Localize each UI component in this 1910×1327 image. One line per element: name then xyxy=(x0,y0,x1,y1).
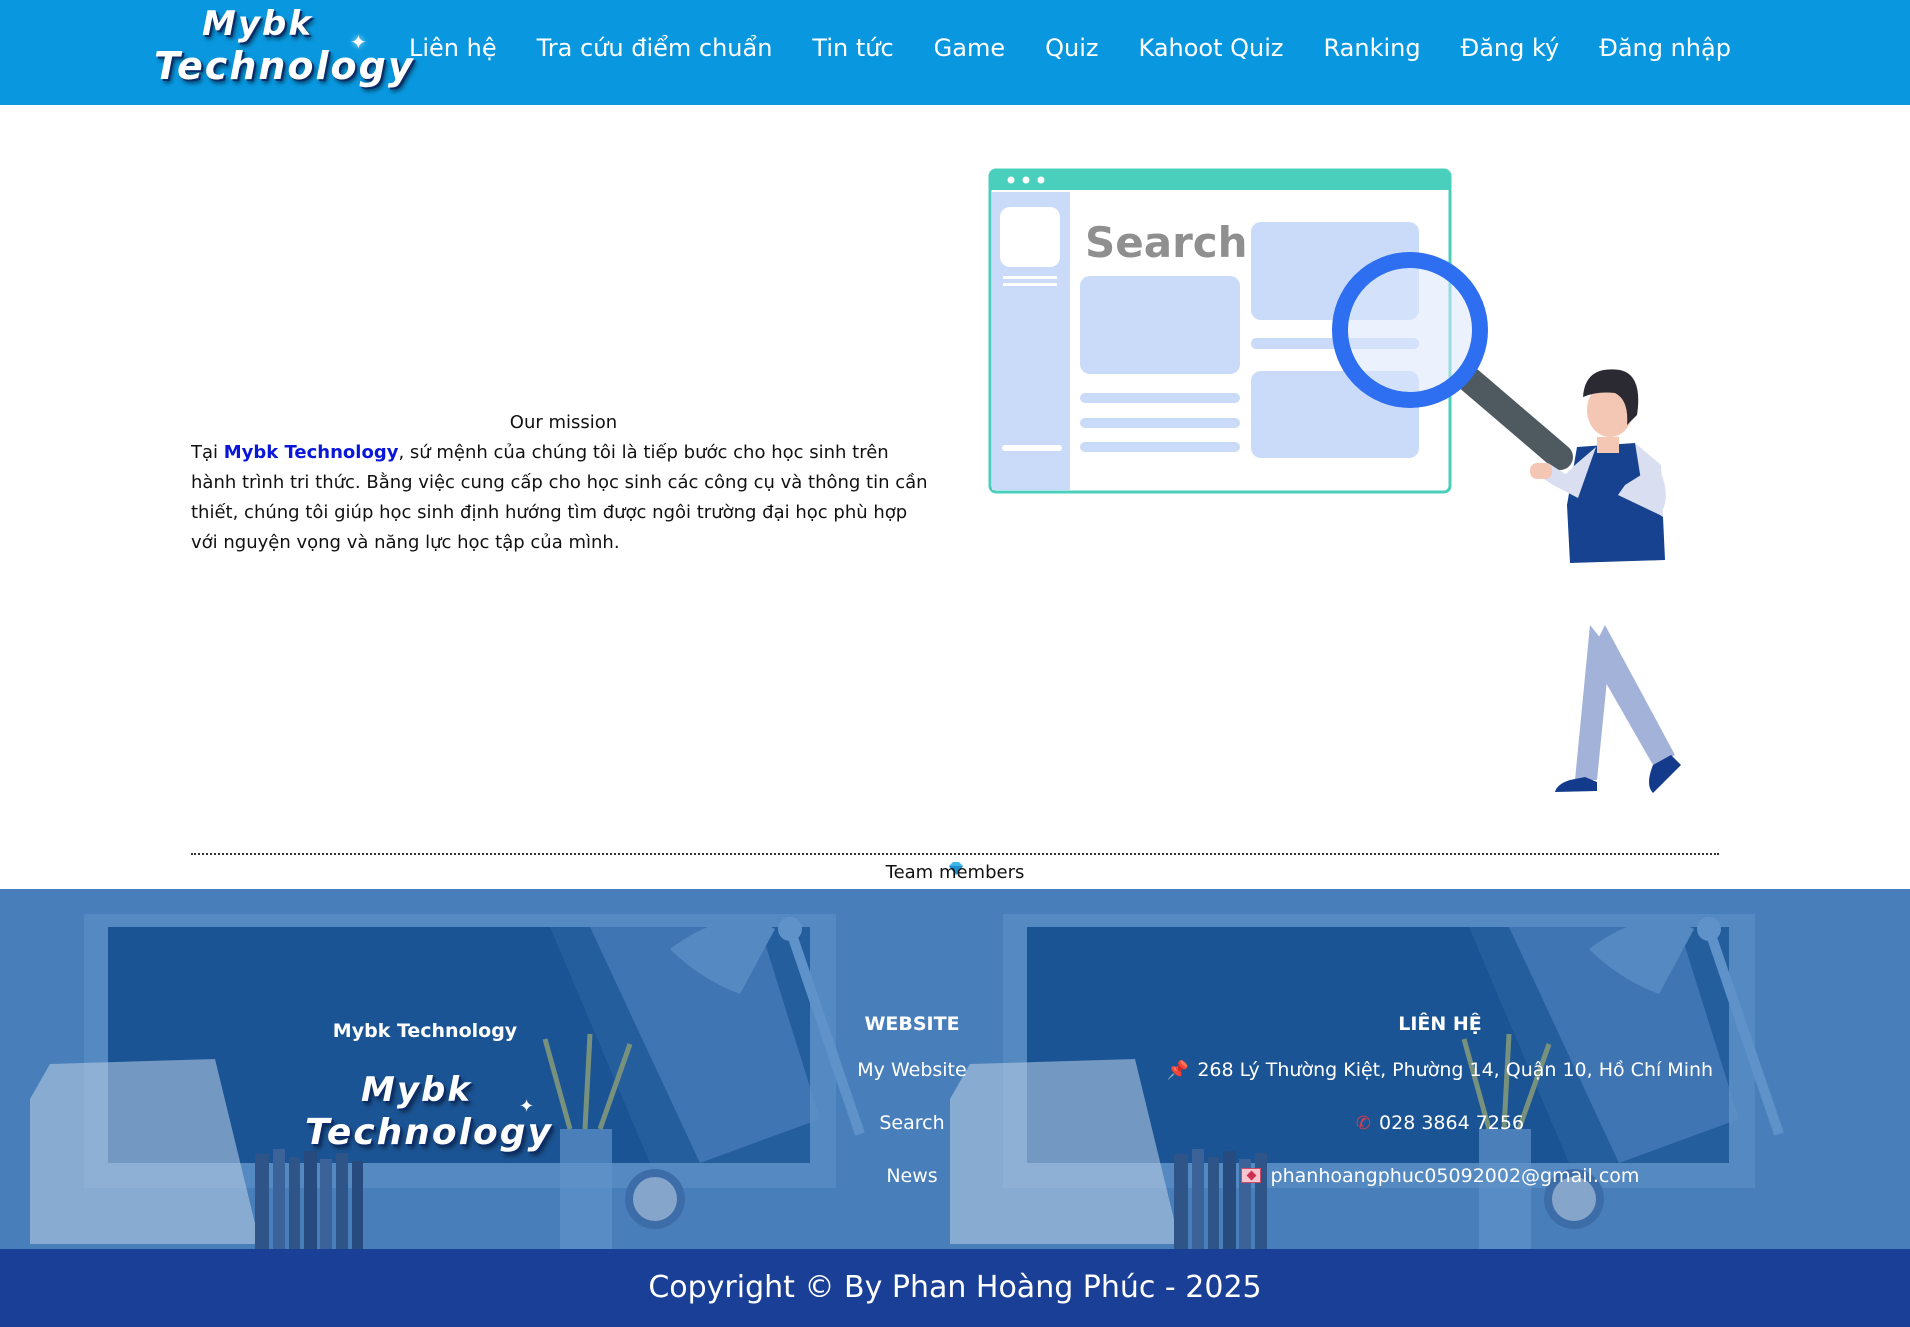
logo-line2: Technology xyxy=(154,44,415,88)
pushpin-icon: 📌 xyxy=(1166,1060,1190,1081)
top-navbar: Mybk Technology ✦ Liên hệ Tra cứu điểm c… xyxy=(0,0,1910,105)
sparkle-icon: ✦ xyxy=(519,1096,535,1117)
logo-line1: Mybk xyxy=(202,4,313,44)
footer-link-my-website[interactable]: My Website xyxy=(812,1059,1012,1081)
mission-title: Our mission xyxy=(509,412,618,433)
footer-website-column: WEBSITE My Website Search News xyxy=(812,1013,1012,1218)
footer-address-text: 268 Lý Thường Kiệt, Phường 14, Quận 10, … xyxy=(1197,1059,1714,1081)
person-magnifier-illustration: Search xyxy=(988,168,1681,793)
footer-email: phanhoangphuc05092002@gmail.com xyxy=(1150,1165,1730,1187)
nav-item-kahoot-quiz[interactable]: Kahoot Quiz xyxy=(1139,34,1284,62)
mission-section: Our mission Tại Mybk Technology, sứ mệnh… xyxy=(191,408,936,558)
main-menu: Liên hệ Tra cứu điểm chuẩn Tin tức Game … xyxy=(409,34,1771,62)
nav-item-score-lookup[interactable]: Tra cứu điểm chuẩn xyxy=(537,34,773,62)
nav-item-game[interactable]: Game xyxy=(934,34,1005,62)
footer-contact-column: LIÊN HỆ 📌 268 Lý Thường Kiệt, Phường 14, … xyxy=(1150,1013,1730,1218)
footer-phone-text: 028 3864 7256 xyxy=(1379,1112,1525,1134)
footer-website-heading: WEBSITE xyxy=(864,1013,960,1035)
copyright-bar: Copyright © By Phan Hoàng Phúc - 2025 xyxy=(0,1249,1910,1327)
love-letter-icon xyxy=(1240,1168,1261,1183)
footer: Mybk Technology Mybk Technology ✦ WEBSIT… xyxy=(0,889,1910,1249)
footer-link-news[interactable]: News xyxy=(812,1165,1012,1187)
footer-logo-line1: Mybk xyxy=(361,1070,472,1110)
footer-email-text[interactable]: phanhoangphuc05092002@gmail.com xyxy=(1271,1165,1640,1187)
footer-contact-heading: LIÊN HỆ xyxy=(1398,1013,1482,1035)
nav-item-ranking[interactable]: Ranking xyxy=(1324,34,1421,62)
sparkle-icon: ✦ xyxy=(350,30,367,54)
footer-address: 📌 268 Lý Thường Kiệt, Phường 14, Quận 10,… xyxy=(1150,1059,1730,1081)
footer-phone: ✆ 028 3864 7256 xyxy=(1150,1112,1730,1134)
nav-item-login[interactable]: Đăng nhập xyxy=(1599,34,1731,62)
mission-text-before: Tại xyxy=(191,442,224,463)
nav-item-news[interactable]: Tin tức xyxy=(812,34,893,62)
section-divider xyxy=(191,853,1719,855)
footer-link-search[interactable]: Search xyxy=(812,1112,1012,1134)
footer-logo[interactable]: Mybk Technology ✦ xyxy=(305,1070,551,1160)
nav-item-contact[interactable]: Liên hệ xyxy=(409,34,497,62)
footer-brand-column: Mybk Technology Mybk Technology ✦ xyxy=(300,1020,551,1160)
mission-brand: Mybk Technology xyxy=(223,442,399,463)
mission-text: Tại Mybk Technology, sứ mệnh của chúng t… xyxy=(191,438,936,558)
footer-logo-line2: Technology xyxy=(305,1112,553,1153)
nav-item-quiz[interactable]: Quiz xyxy=(1045,34,1098,62)
nav-item-register[interactable]: Đăng ký xyxy=(1461,34,1560,62)
footer-brand-name: Mybk Technology xyxy=(332,1020,518,1042)
copyright-text: Copyright © By Phan Hoàng Phúc - 2025 xyxy=(648,1270,1262,1305)
illustration-search-text: Search xyxy=(1085,218,1248,267)
phone-icon: ✆ xyxy=(1355,1113,1372,1134)
site-logo[interactable]: Mybk Technology ✦ xyxy=(150,2,413,92)
team-members-title: Team members xyxy=(885,862,1025,883)
